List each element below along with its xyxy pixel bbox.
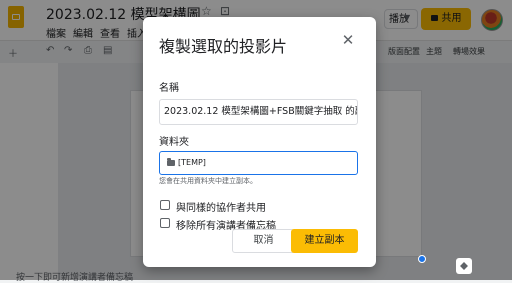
name-field[interactable]: 2023.02.12 模型架構圖+FSB關鍵字抽取 的副本	[159, 99, 358, 125]
dialog-title: 複製選取的投影片	[159, 37, 288, 56]
share-collaborators-checkbox[interactable]	[160, 200, 170, 210]
folder-selector[interactable]: [TEMP]	[159, 151, 358, 175]
folder-icon	[167, 157, 175, 166]
folder-label: 資料夾	[159, 137, 189, 148]
folder-value: [TEMP]	[178, 158, 206, 167]
folder-hint: 您會在共用資料夾中建立副本。	[159, 177, 257, 185]
cancel-button[interactable]: 取消	[232, 229, 295, 253]
remove-notes-checkbox[interactable]	[160, 218, 170, 228]
copy-slides-dialog: 複製選取的投影片 ✕ 名稱 2023.02.12 模型架構圖+FSB關鍵字抽取 …	[143, 17, 376, 267]
share-collaborators-label: 與同樣的協作者共用	[176, 203, 266, 214]
name-label: 名稱	[159, 83, 179, 94]
cursor-dot	[418, 255, 426, 263]
create-copy-button[interactable]: 建立副本	[291, 229, 358, 253]
close-icon[interactable]: ✕	[339, 31, 357, 49]
explore-icon[interactable]	[456, 258, 472, 274]
